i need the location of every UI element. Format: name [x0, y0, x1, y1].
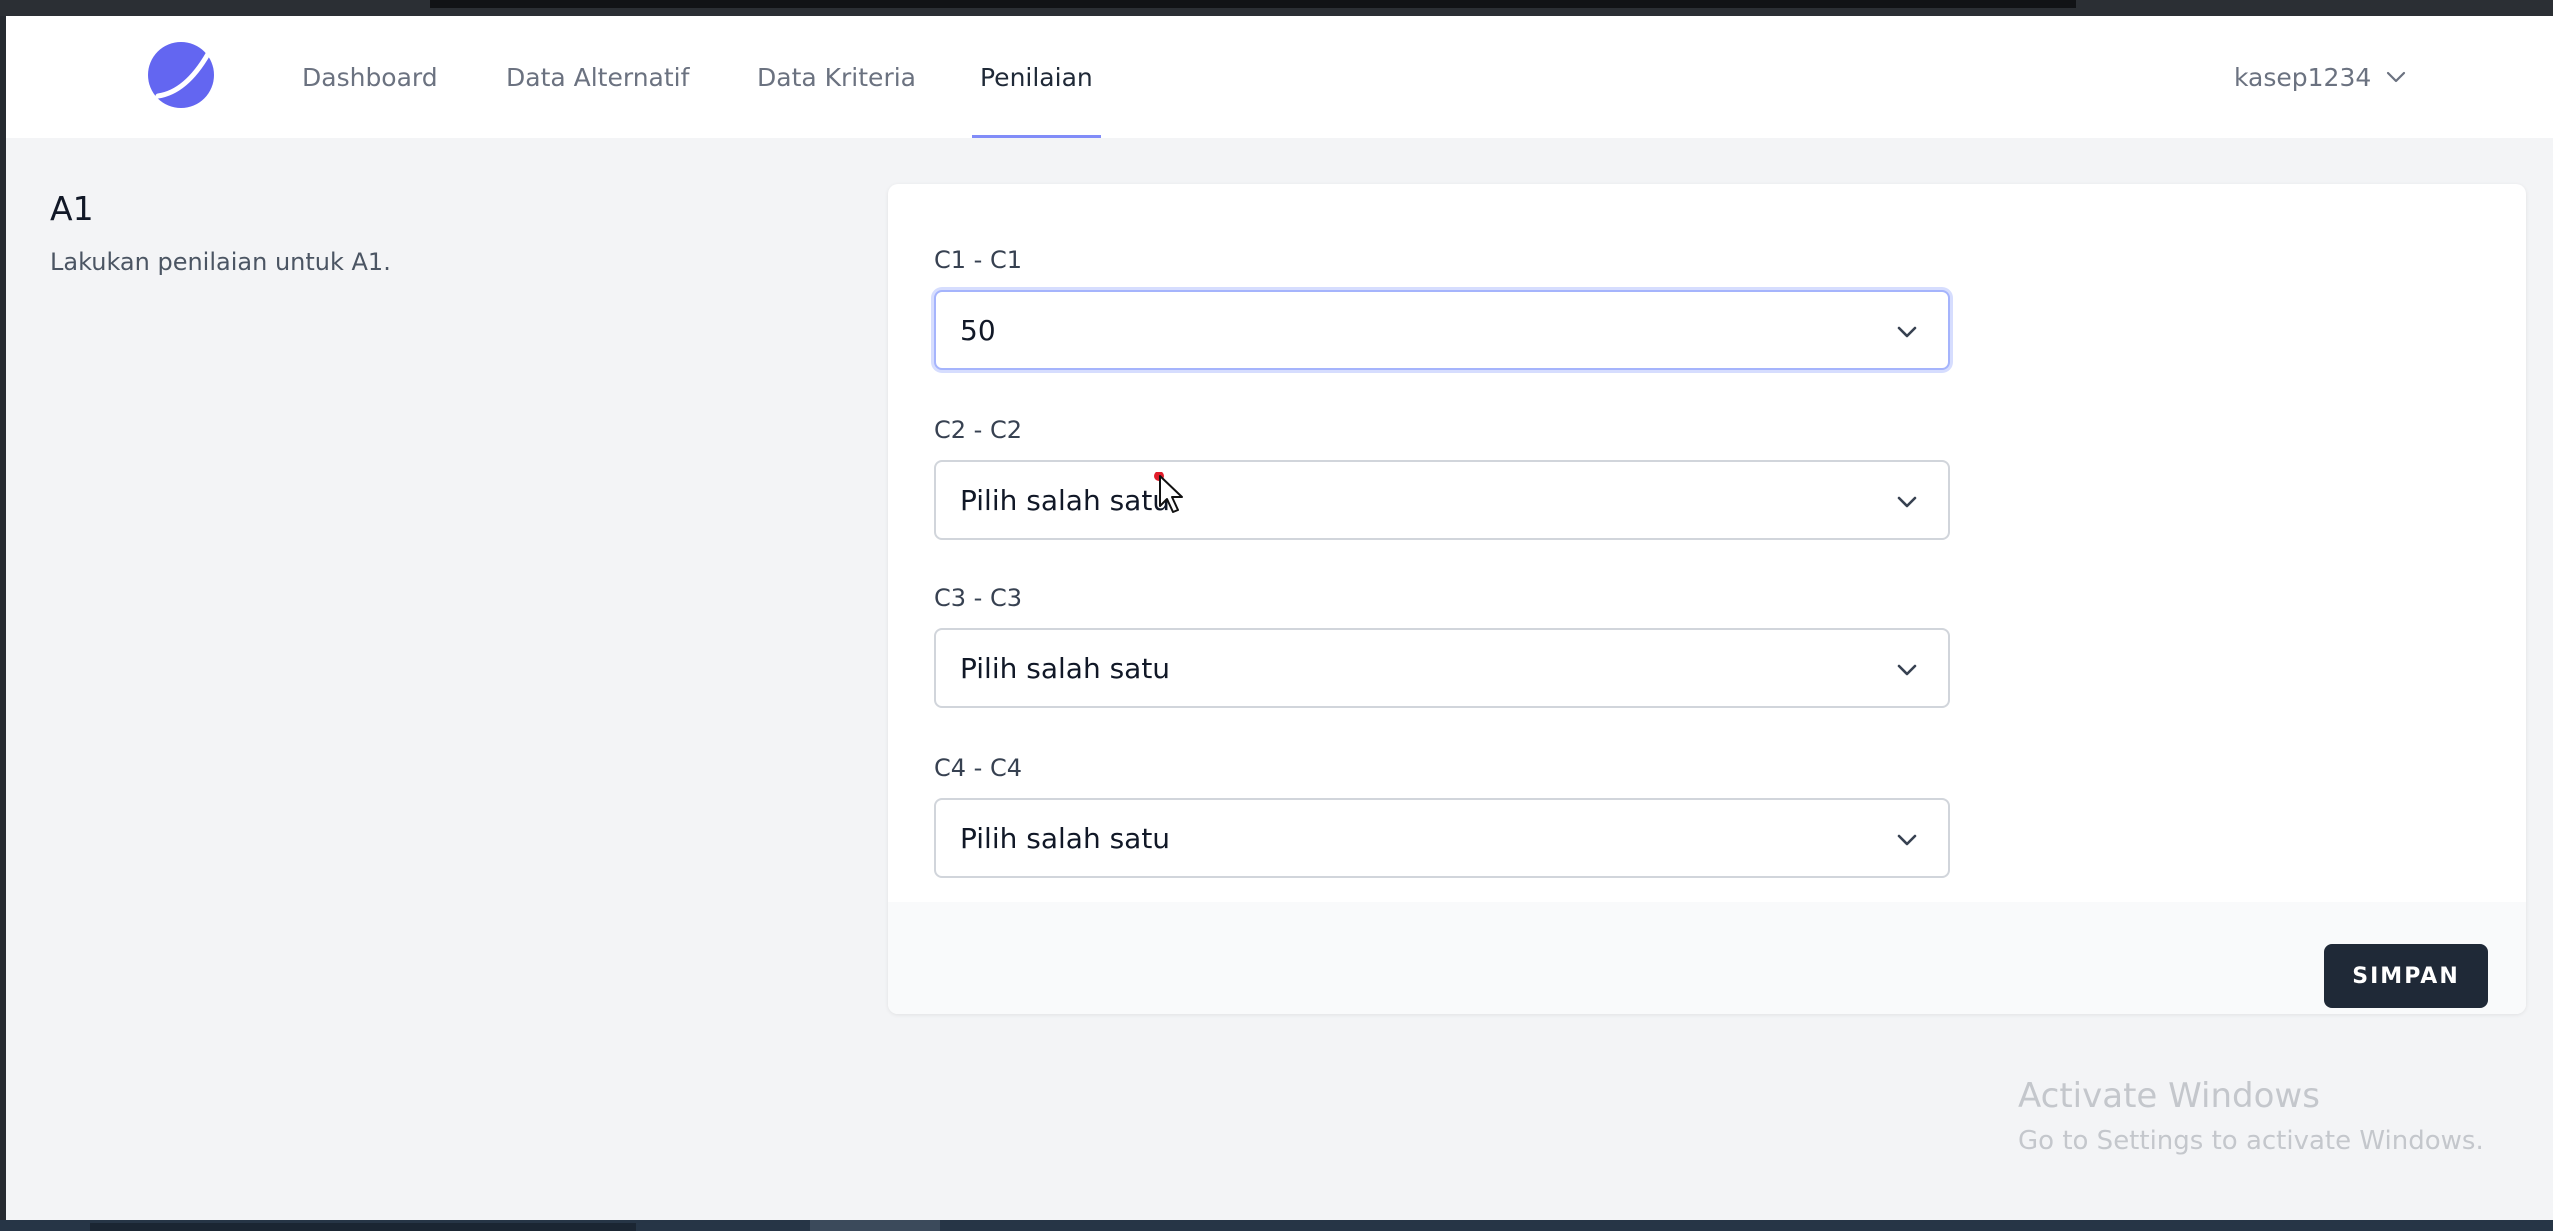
save-button[interactable]: SIMPAN: [2324, 944, 2488, 1008]
chevron-down-icon: [1897, 496, 1917, 508]
section-title: A1: [50, 189, 94, 228]
field-label-c4: C4 - C4: [934, 754, 1022, 782]
field-label-c1: C1 - C1: [934, 246, 1022, 274]
activate-windows-title: Activate Windows: [2018, 1076, 2320, 1116]
taskbar-segment: [810, 1220, 940, 1231]
browser-top-bar: [430, 0, 2076, 8]
top-navbar: Dashboard Data Alternatif Data Kriteria …: [6, 16, 2553, 138]
select-value: Pilih salah satu: [960, 821, 1171, 855]
user-menu[interactable]: kasep1234: [2234, 16, 2407, 138]
select-c1[interactable]: 50: [934, 290, 1950, 370]
field-label-c3: C3 - C3: [934, 584, 1022, 612]
chevron-down-icon: [2387, 71, 2406, 83]
nav-link-data-kriteria[interactable]: Data Kriteria: [757, 16, 916, 138]
assessment-form-card: C1 - C1 50 C2 - C2 Pilih salah satu C3 -…: [888, 184, 2526, 1014]
form-footer: [888, 902, 2526, 1014]
mouse-cursor-icon: [1154, 472, 1183, 513]
browser-top-strip: [0, 0, 2553, 16]
app-viewport: Dashboard Data Alternatif Data Kriteria …: [6, 16, 2553, 1220]
chevron-down-icon: [1897, 664, 1917, 676]
select-c3[interactable]: Pilih salah satu: [934, 628, 1950, 708]
select-value: Pilih salah satu: [960, 483, 1171, 517]
nav-link-penilaian[interactable]: Penilaian: [972, 16, 1101, 138]
logo-icon[interactable]: [146, 40, 216, 110]
select-value: 50: [960, 313, 996, 347]
field-label-c2: C2 - C2: [934, 416, 1022, 444]
select-value: Pilih salah satu: [960, 651, 1171, 685]
taskbar-strip: [0, 1220, 2553, 1231]
taskbar-segment: [90, 1223, 636, 1231]
chevron-down-icon: [1897, 834, 1917, 846]
section-description: Lakukan penilaian untuk A1.: [50, 248, 391, 276]
nav-link-dashboard[interactable]: Dashboard: [302, 16, 438, 138]
select-c4[interactable]: Pilih salah satu: [934, 798, 1950, 878]
nav-link-data-alternatif[interactable]: Data Alternatif: [506, 16, 689, 138]
user-name: kasep1234: [2234, 62, 2372, 92]
select-c2[interactable]: Pilih salah satu: [934, 460, 1950, 540]
activate-windows-subtitle: Go to Settings to activate Windows.: [2018, 1126, 2484, 1156]
chevron-down-icon: [1897, 326, 1917, 338]
